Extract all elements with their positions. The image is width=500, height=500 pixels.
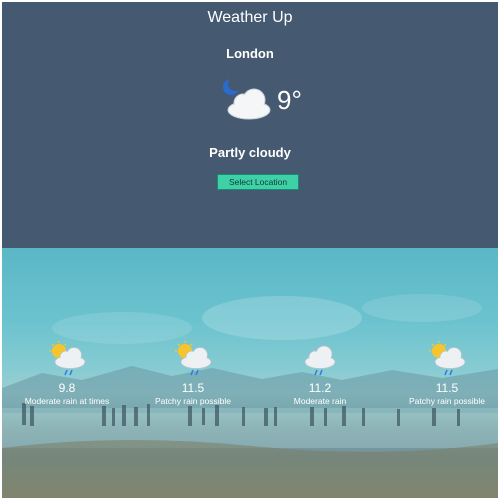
sun-cloud-rain-icon: [171, 340, 215, 376]
forecast-temperature: 11.5: [435, 381, 459, 395]
forecast-description: Moderate rain at times: [24, 396, 110, 406]
night-partly-cloudy-icon: [219, 76, 275, 122]
weather-app: Weather Up London 9° Partly cloudy Selec…: [0, 0, 500, 500]
sun-cloud-rain-icon: [45, 340, 89, 376]
forecast-description: Patchy rain possible: [154, 396, 232, 406]
app-title: Weather Up: [207, 9, 293, 26]
city-name: London: [226, 46, 274, 61]
cloud-rain-icon: [298, 340, 342, 376]
select-location-button[interactable]: Select Location: [217, 174, 299, 190]
forecast-day: 11.5 Patchy rain possible: [392, 340, 498, 407]
forecast-description: Moderate rain: [293, 396, 347, 406]
current-condition: Partly cloudy: [209, 145, 291, 160]
forecast-panel: 9.8 Moderate rain at times 11.5 Patchy r…: [2, 248, 498, 498]
forecast-description: Patchy rain possible: [408, 396, 486, 406]
forecast-day: 9.8 Moderate rain at times: [12, 340, 122, 407]
current-temperature: 9°: [277, 85, 302, 115]
forecast-temperature: 9.8: [58, 381, 76, 395]
forecast-day: 11.5 Patchy rain possible: [138, 340, 248, 407]
current-weather-panel: Weather Up London 9° Partly cloudy Selec…: [2, 2, 498, 248]
forecast-day: 11.2 Moderate rain: [265, 340, 375, 407]
forecast-temperature: 11.5: [181, 381, 205, 395]
current-conditions: 9°: [2, 76, 498, 122]
forecast-temperature: 11.2: [308, 381, 332, 395]
sun-cloud-rain-icon: [425, 340, 469, 376]
